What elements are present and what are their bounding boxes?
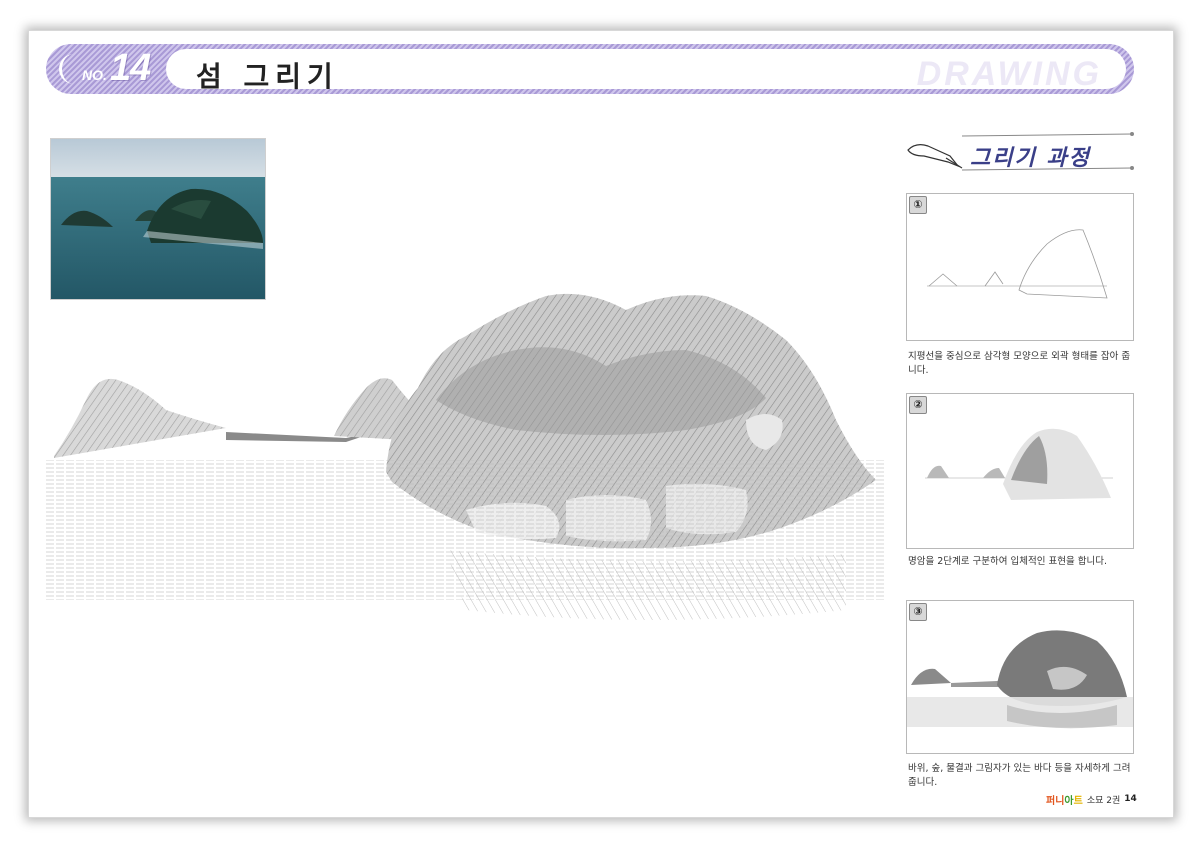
number-label: NO. <box>82 67 107 83</box>
step-3-caption: 바위, 숲, 물결과 그림자가 있는 바다 등을 자세하게 그려줍니다. <box>908 763 1131 788</box>
footer: 퍼니아트 소묘 2권 14 <box>1046 792 1137 807</box>
step-1-box: ① <box>906 193 1134 341</box>
step-2-number: ② <box>909 396 927 414</box>
step-1-number: ① <box>909 196 927 214</box>
step-2-box: ② <box>906 393 1134 549</box>
process-title: 그리기 과정 <box>970 145 1091 171</box>
series-label: 소묘 2권 <box>1086 795 1121 806</box>
main-island-sketch <box>46 293 886 620</box>
step-2-caption: 명암을 2단계로 구분하여 입체적인 표현을 합니다. <box>908 556 1107 567</box>
publisher-logo: 퍼니아트 <box>1046 795 1083 807</box>
page-number: 14 <box>1124 794 1137 804</box>
lesson-number: 14 <box>110 47 151 89</box>
process-header: 그리기 과정 <box>906 130 1136 174</box>
crescent-moon-icon <box>59 54 74 84</box>
step-2-sketch <box>925 428 1113 500</box>
step-3-number: ③ <box>909 603 927 621</box>
page-title: 섬 그리기 <box>196 60 339 93</box>
title-pill: 섬 그리기 DRAWING <box>166 49 1126 93</box>
header-banner: NO. 14 섬 그리기 DRAWING <box>46 44 1134 94</box>
step-1-caption: 지평선을 중심으로 삼각형 모양으로 외곽 형태를 잡아 줍니다. <box>908 351 1131 376</box>
step-3-box: ③ <box>906 600 1134 754</box>
drawing-watermark: DRAWING <box>916 55 1102 93</box>
step-1-sketch <box>927 229 1108 299</box>
step-3-sketch <box>907 630 1133 729</box>
